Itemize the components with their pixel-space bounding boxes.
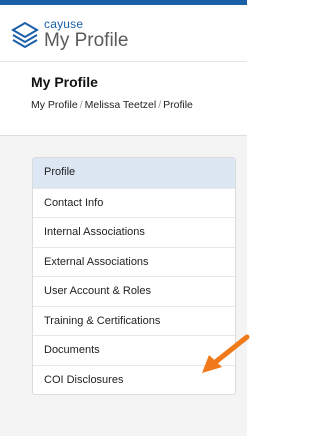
menu-item-training-certifications[interactable]: Training & Certifications (33, 305, 235, 336)
brand-name: cayuse (44, 17, 84, 31)
menu-item-internal-associations[interactable]: Internal Associations (33, 217, 235, 247)
menu-item-user-account-roles[interactable]: User Account & Roles (33, 276, 235, 306)
cayuse-logo-icon (11, 21, 39, 49)
app-title: My Profile (44, 30, 129, 51)
header-divider (0, 61, 247, 62)
breadcrumb-user[interactable]: Melissa Teetzel (85, 99, 157, 111)
menu-item-profile[interactable]: Profile (33, 158, 235, 188)
breadcrumb-my-profile[interactable]: My Profile (31, 99, 78, 111)
breadcrumb-separator: / (158, 99, 162, 111)
content-divider (0, 135, 247, 136)
menu-item-external-associations[interactable]: External Associations (33, 246, 235, 277)
menu-item-contact-info[interactable]: Contact Info (33, 187, 235, 218)
breadcrumb-current: Profile (163, 99, 193, 111)
arrow-pointer-icon (202, 334, 250, 373)
top-accent-bar (0, 0, 247, 5)
app-logo[interactable]: cayuse My Profile (10, 14, 128, 54)
breadcrumb-separator: / (79, 99, 83, 111)
page-title: My Profile (31, 74, 98, 90)
breadcrumb: My Profile / Melissa Teetzel / Profile (31, 99, 193, 111)
